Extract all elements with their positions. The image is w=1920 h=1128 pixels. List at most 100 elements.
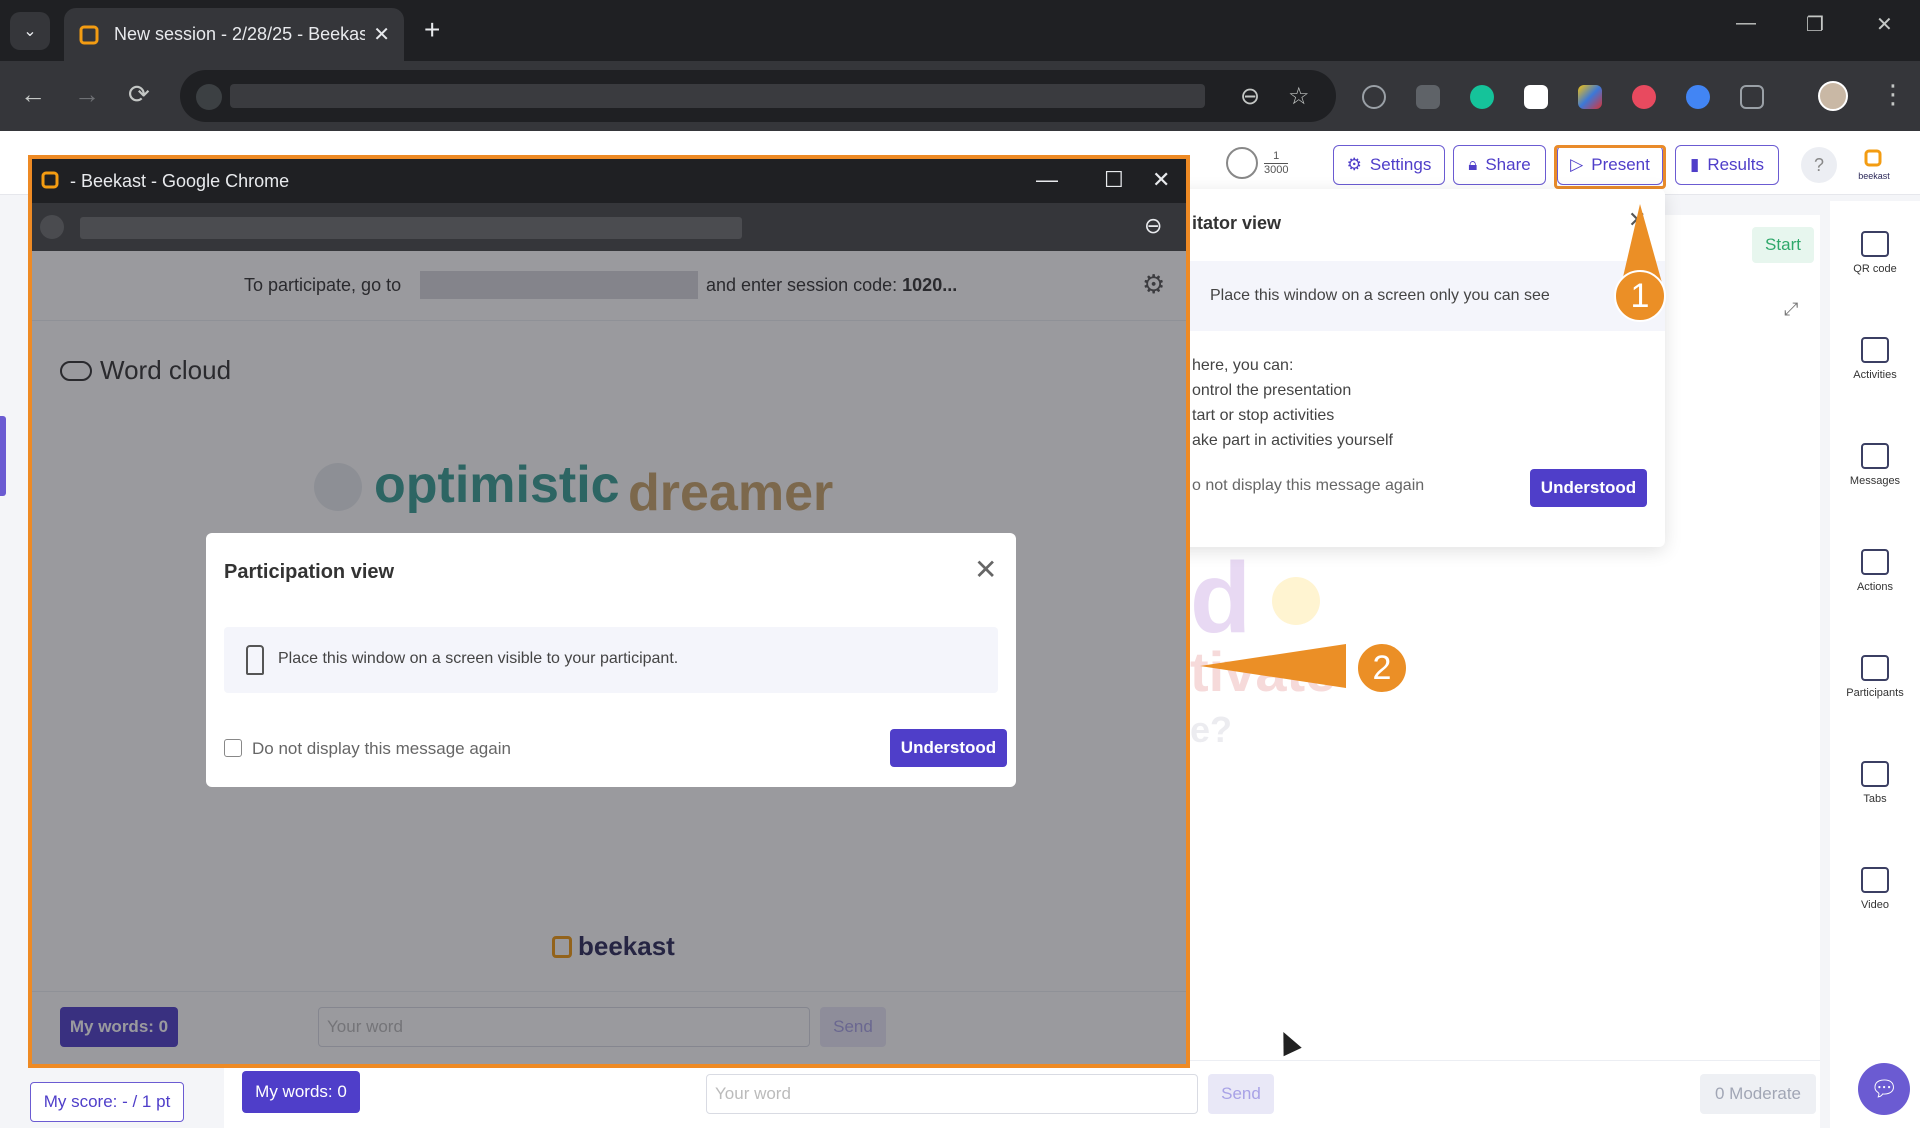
participants-icon — [1861, 655, 1889, 681]
extension-color-icon[interactable] — [1578, 85, 1602, 109]
person-icon — [246, 645, 264, 675]
sidebar-item-video[interactable]: Video — [1830, 867, 1920, 911]
sidebar-item-tabs[interactable]: Tabs — [1830, 761, 1920, 805]
lock-icon: 🔒︎ — [1468, 155, 1478, 174]
url-redacted — [230, 84, 1205, 108]
beekast-logo-icon — [1864, 149, 1882, 167]
window-restore-button[interactable]: ❐ — [1806, 12, 1824, 37]
participation-modal-title: Participation view — [224, 561, 395, 583]
sidebar-label: Actions — [1856, 581, 1894, 593]
popup-titlebar: - Beekast - Google Chrome — ☐ ✕ — [32, 159, 1186, 203]
help-button[interactable]: ? — [1801, 147, 1837, 183]
sidebar-item-participants[interactable]: Participants — [1830, 655, 1920, 699]
sidebar-item-messages[interactable]: Messages — [1830, 443, 1920, 487]
sleeping-emoji-icon — [1272, 577, 1320, 625]
beekast-favicon-icon — [79, 25, 99, 44]
facilitator-no-display-label[interactable]: o not display this message again — [1192, 477, 1424, 495]
folder-icon — [1861, 761, 1889, 787]
actions-check-icon — [1861, 549, 1889, 575]
window-close-button[interactable]: ✕ — [1876, 12, 1893, 37]
sidebar-label: Video — [1861, 899, 1889, 911]
sidebar-item-activities[interactable]: Activities — [1830, 337, 1920, 381]
word-input[interactable]: Your word — [706, 1074, 1198, 1114]
extension-blue-icon[interactable] — [1686, 85, 1710, 109]
facilitator-view-title: itator view — [1192, 213, 1282, 233]
extension-translate-icon[interactable] — [1416, 85, 1440, 109]
popup-zoom-icon[interactable]: ⊖ — [1144, 213, 1162, 239]
participation-info-box: Place this window on a screen visible to… — [224, 627, 998, 693]
tab-close-icon[interactable]: ✕ — [373, 22, 390, 47]
extensions-puzzle-icon[interactable] — [1740, 85, 1764, 109]
popup-url-redacted — [80, 217, 742, 239]
popup-window-title: - Beekast - Google Chrome — [70, 171, 290, 191]
callout-number-2: 2 — [1356, 642, 1408, 694]
new-tab-button[interactable]: + — [424, 14, 440, 46]
start-button[interactable]: Start — [1752, 227, 1814, 263]
participation-info-text: Place this window on a screen visible to… — [278, 650, 679, 667]
my-words-button[interactable]: My words: 0 — [242, 1071, 360, 1113]
popup-close-button[interactable]: ✕ — [1152, 167, 1170, 193]
sidebar-label: QR code — [1853, 263, 1897, 275]
browser-menu-icon[interactable]: ⋮ — [1880, 79, 1906, 110]
site-info-icon[interactable] — [196, 84, 222, 110]
sidebar-label: Tabs — [1863, 793, 1887, 805]
popup-maximize-button[interactable]: ☐ — [1104, 167, 1124, 193]
popup-minimize-button[interactable]: — — [1036, 167, 1058, 193]
sidebar-label: Messages — [1849, 475, 1901, 487]
do-not-display-checkbox[interactable] — [224, 739, 242, 757]
address-bar[interactable]: ⊖ ☆ — [180, 70, 1336, 122]
participants-count: 1 — [1273, 149, 1280, 162]
video-camera-icon — [1861, 867, 1889, 893]
facilitator-body-item: ontrol the presentation — [1192, 382, 1352, 399]
extension-headset-icon[interactable] — [1362, 85, 1386, 109]
window-minimize-button[interactable]: — — [1736, 12, 1756, 35]
my-score-button[interactable]: My score: - / 1 pt — [30, 1082, 184, 1122]
moderate-button[interactable]: 0 Moderate — [1700, 1074, 1816, 1114]
zoom-icon[interactable]: ⊖ — [1240, 82, 1260, 111]
sidebar-item-actions[interactable]: Actions — [1830, 549, 1920, 593]
tab-search-dropdown[interactable]: ⌄ — [10, 12, 50, 50]
sidebar-item-qr-code[interactable]: QR code — [1830, 231, 1920, 275]
facilitator-understood-button[interactable]: Understood — [1530, 469, 1647, 507]
sidebar-label: Activities — [1853, 369, 1897, 381]
forward-button[interactable]: → — [74, 79, 100, 110]
bg-word-e: e? — [1190, 709, 1233, 750]
settings-button[interactable]: ⚙ Settings — [1333, 145, 1445, 185]
browser-tab-active[interactable]: New session - 2/28/25 - Beekast ✕ — [64, 8, 404, 61]
results-label: Results — [1707, 155, 1765, 174]
back-button[interactable]: ← — [20, 79, 46, 110]
modal-close-icon[interactable]: ✕ — [974, 553, 997, 586]
callout-number-1: 1 — [1614, 270, 1666, 322]
settings-label: Settings — [1369, 155, 1432, 174]
reload-button[interactable]: ⟳ — [128, 79, 150, 110]
site-info-icon[interactable] — [40, 215, 64, 239]
right-sidebar: QR code Activities Messages Actions Part… — [1830, 201, 1920, 1128]
browser-toolbar: ← → ⟳ ⊖ ☆ ⋮ — [0, 61, 1920, 131]
left-accent-bar — [0, 416, 6, 496]
facilitator-view-popup: itator view ✕ Place this window on a scr… — [1160, 189, 1665, 547]
share-button[interactable]: 🔒︎ Share — [1453, 145, 1546, 185]
participants-icon — [1226, 147, 1258, 179]
popup-address-bar[interactable]: ⊖ — [32, 203, 1186, 251]
activities-icon — [1861, 337, 1889, 363]
do-not-display-label[interactable]: Do not display this message again — [252, 739, 511, 759]
browser-tab-bar: ⌄ New session - 2/28/25 - Beekast ✕ + — … — [0, 0, 1920, 61]
extension-red-icon[interactable] — [1632, 85, 1656, 109]
expand-icon[interactable]: ⤢ — [1784, 299, 1798, 320]
extension-grammarly-icon[interactable] — [1470, 85, 1494, 109]
profile-avatar[interactable] — [1818, 81, 1848, 111]
bar-chart-icon: ▮ — [1689, 155, 1700, 174]
facilitator-body-item: ake part in activities yourself — [1192, 432, 1393, 449]
tab-title: New session - 2/28/25 - Beekast — [114, 24, 366, 44]
present-highlight-box — [1554, 145, 1666, 189]
beekast-favicon-icon — [41, 171, 59, 189]
results-button[interactable]: ▮ Results — [1675, 145, 1779, 185]
chat-support-icon[interactable]: 💬︎ — [1858, 1063, 1910, 1115]
participation-view-modal: Participation view ✕ Place this window o… — [206, 533, 1016, 787]
participants-counter: 1 3000 — [1226, 147, 1289, 179]
bookmark-star-icon[interactable]: ☆ — [1288, 82, 1310, 111]
understood-button[interactable]: Understood — [890, 729, 1007, 767]
participation-popup-window: - Beekast - Google Chrome — ☐ ✕ ⊖ To par… — [28, 155, 1190, 1068]
extension-script-icon[interactable] — [1524, 85, 1548, 109]
send-button[interactable]: Send — [1208, 1074, 1274, 1114]
